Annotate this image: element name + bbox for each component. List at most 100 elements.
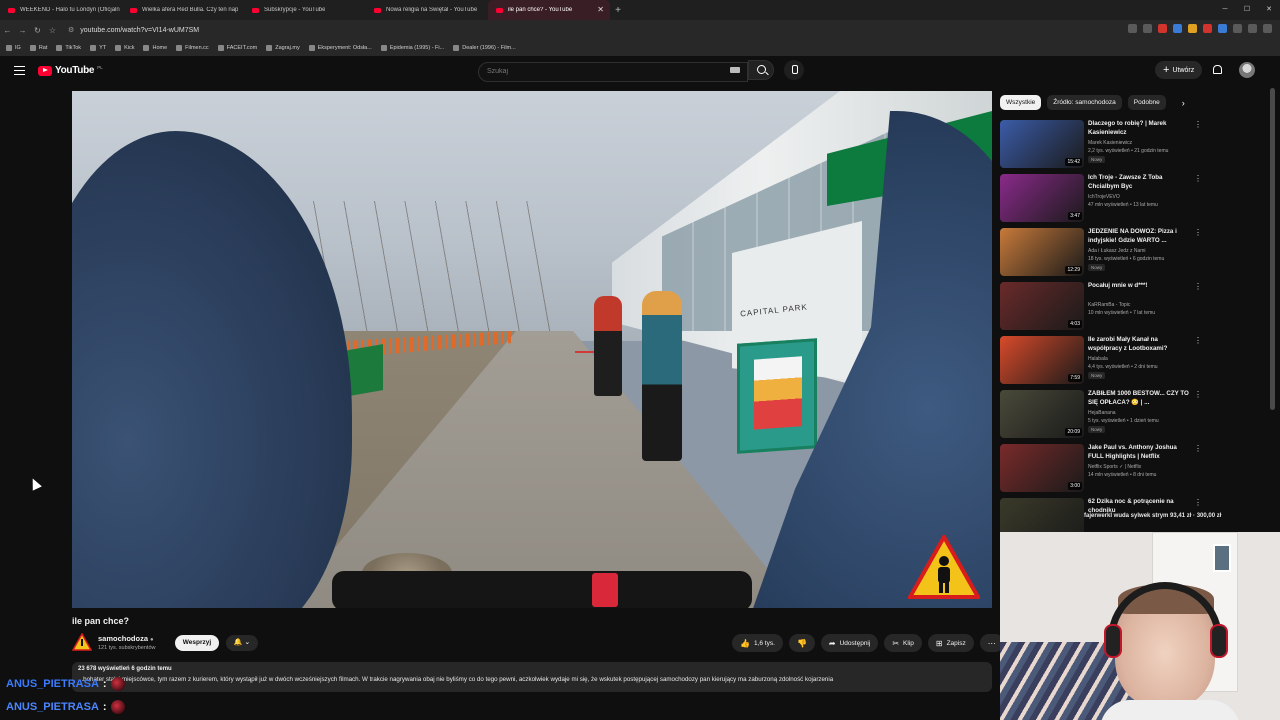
browser-tab[interactable]: Subskrypcje - YouTube [244,0,366,20]
share-button[interactable]: ➦ Udostępnij [820,634,879,652]
bookmark-item[interactable]: Home [143,45,167,51]
more-vertical-icon[interactable]: ⋮ [1194,445,1202,453]
support-button[interactable]: Wesprzyj [175,635,219,651]
clip-button[interactable]: ✂ Klip [884,634,922,652]
recommended-video[interactable]: 7:59 Ile zarobi Mały Kanał na współpracy … [1000,334,1205,388]
extensions-puzzle-icon[interactable] [1248,24,1257,33]
bookmark-item[interactable]: IG [6,45,21,51]
recommended-channel[interactable]: IchTrojeVEVO [1088,194,1120,200]
recommended-video-title[interactable]: Ich Troje - Zawsze Z Toba Chcialbym Byc [1088,174,1190,191]
recommended-video[interactable]: 12:29 JEDZENIE NA DOWÓZ: Pizza i indyjski… [1000,226,1205,280]
recommended-video-title[interactable]: Ile zarobi Mały Kanał na współpracy z Lo… [1088,336,1190,353]
video-thumbnail[interactable]: 3:00 [1000,444,1084,492]
extension-icon[interactable] [1203,24,1212,33]
browser-tab[interactable]: Wielka afera Red Bulla. Czy ten nap [122,0,244,20]
bookmark-item[interactable]: Dealer (1996) - Film... [453,45,516,51]
new-badge: Nowy [1088,156,1106,163]
video-thumbnail[interactable]: 15:42 [1000,120,1084,168]
bookmark-item[interactable]: Eksperyment: Odsła... [308,45,372,51]
recommended-channel[interactable]: Netflix Sports ✓ | Netflix [1088,464,1141,470]
chip-all[interactable]: Wszystkie [1000,95,1042,110]
scrollbar[interactable] [1270,88,1275,410]
more-vertical-icon[interactable]: ⋮ [1194,229,1202,237]
extension-icon[interactable] [1218,24,1227,33]
close-tab-icon[interactable]: ✕ [597,5,604,14]
forward-icon[interactable]: → [15,26,30,35]
bookmark-item[interactable]: Kick [115,45,134,51]
maximize-icon[interactable]: ☐ [1236,0,1258,20]
bookmark-item[interactable]: FACEIT.com [217,45,257,51]
recommended-channel[interactable]: KaRRamBa - Topic [1088,302,1130,308]
recommended-video-title[interactable]: JEDZENIE NA DOWÓZ: Pizza i indyjskie! Gd… [1088,228,1190,245]
description-box[interactable]: 23 678 wyświetleń 6 godzin temu ...bohat… [72,662,992,692]
chip-related[interactable]: Podobne [1127,95,1166,110]
bookmark-item[interactable]: Rat [29,45,47,51]
channel-name[interactable]: samochodoza ● [98,634,154,643]
subscription-bell-button[interactable]: 🔔 ⌄ [226,635,258,651]
more-vertical-icon[interactable]: ⋮ [1194,175,1202,183]
video-player[interactable]: CAPITAL PARK [72,91,992,608]
bookmark-item[interactable]: YT [90,45,106,51]
recommended-video[interactable]: 15:42 Dlaczego to robię? | Marek Kasienie… [1000,118,1205,172]
dislike-button[interactable]: 👎 [788,634,815,652]
channel-avatar[interactable] [72,633,92,651]
reload-icon[interactable]: ↻ [30,26,45,35]
recommended-channel[interactable]: Halabala [1088,356,1108,362]
create-button[interactable]: + Utwórz [1155,61,1203,79]
extension-icon[interactable] [1128,24,1137,33]
browser-tab[interactable]: Nowa religia na Świętal - YouTube [366,0,488,20]
browser-tab-active[interactable]: ile pan chce? - YouTube ✕ [488,0,610,20]
search-input[interactable] [478,61,748,82]
more-vertical-icon[interactable]: ⋮ [1194,121,1202,129]
extension-icon[interactable] [1173,24,1182,33]
site-info-icon[interactable]: ⚙ [68,27,74,34]
more-vertical-icon[interactable]: ⋮ [1194,283,1202,291]
extension-icon[interactable] [1158,24,1167,33]
recommended-channel[interactable]: Marek Kasieniewicz [1088,140,1132,146]
more-vertical-icon[interactable]: ⋮ [1194,337,1202,345]
back-icon[interactable]: ← [0,26,15,35]
voice-search-mic-icon[interactable] [784,60,804,80]
recommended-video-title[interactable]: Pocałuj mnie w d***! [1088,282,1190,291]
bookmark-item[interactable]: Epidemia (1995) - Fi... [380,45,444,51]
recommended-video[interactable]: 3:47 Ich Troje - Zawsze Z Toba Chcialbym … [1000,172,1205,226]
hamburger-menu-icon[interactable] [14,66,25,75]
recommended-video-title[interactable]: Jake Paul vs. Anthony Joshua FULL Highli… [1088,444,1190,461]
more-vertical-icon[interactable]: ⋮ [1194,391,1202,399]
bookmark-item[interactable]: Zagraj.my [266,45,300,51]
bookmark-item[interactable]: TikTok [56,45,81,51]
video-thumbnail[interactable]: 4:03 [1000,282,1084,330]
recommended-video-title[interactable]: ZABIŁEM 1000 BESTÓW... CZY TO SIĘ OPŁACA… [1088,390,1190,407]
share-icon[interactable] [1143,24,1152,33]
recommended-channel[interactable]: Ada i Łukasz Jedz z Nami [1088,248,1146,254]
browser-tab[interactable]: WEEKEND - Halo tu Londyn (Oficjaln [0,0,122,20]
youtube-logo[interactable]: YouTube PL [38,65,103,76]
close-window-icon[interactable]: ✕ [1258,0,1280,20]
more-vertical-icon[interactable]: ⋮ [1194,499,1202,507]
keyboard-icon[interactable] [730,67,740,73]
recommended-video-title[interactable]: Dlaczego to robię? | Marek Kasieniewicz [1088,120,1190,137]
recommended-channel[interactable]: HejaBanana [1088,410,1116,416]
recommended-video[interactable]: 3:00 Jake Paul vs. Anthony Joshua FULL Hi… [1000,442,1205,496]
save-button[interactable]: ⊞ Zapisz [927,634,974,652]
recommended-video[interactable]: 4:03 Pocałuj mnie w d***! KaRRamBa - Topic… [1000,280,1205,334]
bookmark-page-icon[interactable]: ☆ [45,26,60,35]
video-thumbnail[interactable]: 12:29 [1000,228,1084,276]
account-avatar[interactable] [1239,62,1255,78]
video-thumbnail[interactable]: 7:59 [1000,336,1084,384]
like-button[interactable]: 👍 1,6 tys. [732,634,783,652]
notifications-bell-icon[interactable] [1213,65,1222,74]
url-field[interactable]: ⚙ youtube.com/watch?v=VI14-wUM7SM [68,26,199,34]
chip-from-channel[interactable]: Źródło: samochodoza [1047,95,1122,110]
minimize-icon[interactable]: ─ [1214,0,1236,20]
video-thumbnail[interactable]: 20:09 [1000,390,1084,438]
download-icon[interactable] [1233,24,1242,33]
bookmark-item[interactable]: Filmen.cc [176,45,209,51]
new-tab-button[interactable]: + [610,5,626,16]
chevron-right-icon[interactable]: › [1182,98,1185,108]
extension-icon[interactable] [1188,24,1197,33]
search-button[interactable] [748,60,774,80]
menu-icon[interactable] [1263,24,1272,33]
recommended-video[interactable]: 20:09 ZABIŁEM 1000 BESTÓW... CZY TO SIĘ O… [1000,388,1205,442]
video-thumbnail[interactable]: 3:47 [1000,174,1084,222]
